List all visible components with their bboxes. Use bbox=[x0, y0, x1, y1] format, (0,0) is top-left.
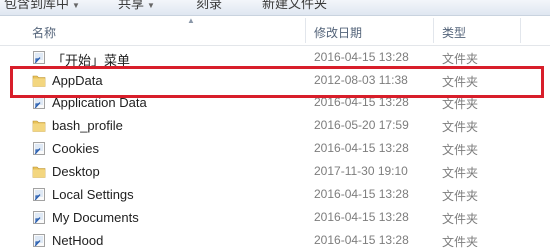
shortcut-folder-icon bbox=[33, 96, 45, 109]
share-label: 共享 bbox=[118, 0, 145, 11]
sort-arrow-icon: ▲ bbox=[187, 16, 195, 25]
shortcut-folder-icon bbox=[33, 51, 45, 64]
modified-date: 2017-11-30 19:10 bbox=[314, 164, 408, 178]
file-row[interactable]: Desktop 2017-11-30 19:10 文件夹 bbox=[0, 160, 550, 183]
column-divider[interactable] bbox=[520, 18, 521, 43]
file-type: 文件夹 bbox=[442, 189, 479, 203]
folder-icon bbox=[32, 120, 46, 132]
modified-date: 2016-04-15 13:28 bbox=[314, 187, 409, 201]
column-header-type[interactable]: 类型 bbox=[442, 24, 466, 41]
share-button[interactable]: 共享 ▼ bbox=[118, 0, 155, 12]
file-name: AppData bbox=[52, 73, 103, 88]
file-name: Desktop bbox=[52, 164, 100, 179]
file-row[interactable]: Local Settings 2016-04-15 13:28 文件夹 bbox=[0, 183, 550, 206]
file-row[interactable]: My Documents 2016-04-15 13:28 文件夹 bbox=[0, 206, 550, 229]
chevron-down-icon: ▼ bbox=[147, 1, 155, 10]
chevron-down-icon: ▼ bbox=[72, 1, 80, 10]
file-type: 文件夹 bbox=[442, 212, 479, 226]
folder-icon bbox=[32, 166, 46, 178]
column-header-row: ▲ 名称 修改日期 类型 bbox=[0, 16, 550, 46]
folder-icon bbox=[32, 75, 46, 87]
file-row[interactable]: 「开始」菜单 2016-04-15 13:28 文件夹 bbox=[0, 46, 550, 69]
modified-date: 2016-04-15 13:28 bbox=[314, 141, 409, 155]
shortcut-folder-icon bbox=[33, 211, 45, 224]
new-folder-button[interactable]: 新建文件夹 bbox=[262, 0, 327, 12]
modified-date: 2016-04-15 13:28 bbox=[314, 50, 409, 64]
file-row[interactable]: AppData 2012-08-03 11:38 文件夹 bbox=[0, 69, 550, 92]
file-row[interactable]: Cookies 2016-04-15 13:28 文件夹 bbox=[0, 137, 550, 160]
file-name: NetHood bbox=[52, 233, 104, 248]
file-type: 文件夹 bbox=[442, 75, 479, 89]
include-in-library-button[interactable]: 包含到库中 ▼ bbox=[4, 0, 80, 12]
file-row[interactable]: NetHood 2016-04-15 13:28 文件夹 bbox=[0, 229, 550, 252]
shortcut-folder-icon bbox=[33, 188, 45, 201]
file-type: 文件夹 bbox=[442, 120, 479, 134]
file-name: My Documents bbox=[52, 210, 139, 225]
new-folder-label: 新建文件夹 bbox=[262, 0, 328, 11]
modified-date: 2016-05-20 17:59 bbox=[314, 118, 409, 132]
file-type: 文件夹 bbox=[442, 235, 479, 249]
modified-date: 2016-04-15 13:28 bbox=[314, 95, 409, 109]
column-header-name[interactable]: 名称 bbox=[32, 24, 56, 41]
file-type: 文件夹 bbox=[442, 143, 479, 157]
command-bar: 包含到库中 ▼ 共享 ▼ 刻录 新建文件夹 bbox=[0, 0, 550, 16]
file-row[interactable]: bash_profile 2016-05-20 17:59 文件夹 bbox=[0, 114, 550, 137]
file-name: Application Data bbox=[52, 95, 147, 110]
column-divider[interactable] bbox=[433, 18, 434, 43]
modified-date: 2012-08-03 11:38 bbox=[314, 73, 408, 87]
column-divider[interactable] bbox=[305, 18, 306, 43]
file-type: 文件夹 bbox=[442, 166, 479, 180]
file-name: Cookies bbox=[52, 141, 99, 156]
column-header-date[interactable]: 修改日期 bbox=[314, 24, 362, 41]
modified-date: 2016-04-15 13:28 bbox=[314, 233, 409, 247]
file-name: Local Settings bbox=[52, 187, 134, 202]
file-name: bash_profile bbox=[52, 118, 123, 133]
include-in-library-label: 包含到库中 bbox=[4, 0, 70, 11]
file-row[interactable]: Application Data 2016-04-15 13:28 文件夹 bbox=[0, 91, 550, 114]
shortcut-folder-icon bbox=[33, 142, 45, 155]
burn-button[interactable]: 刻录 bbox=[196, 0, 222, 12]
file-type: 文件夹 bbox=[442, 97, 479, 111]
shortcut-folder-icon bbox=[33, 234, 45, 247]
file-type: 文件夹 bbox=[442, 52, 479, 66]
file-name: 「开始」菜单 bbox=[52, 53, 131, 68]
modified-date: 2016-04-15 13:28 bbox=[314, 210, 409, 224]
burn-label: 刻录 bbox=[196, 0, 223, 11]
